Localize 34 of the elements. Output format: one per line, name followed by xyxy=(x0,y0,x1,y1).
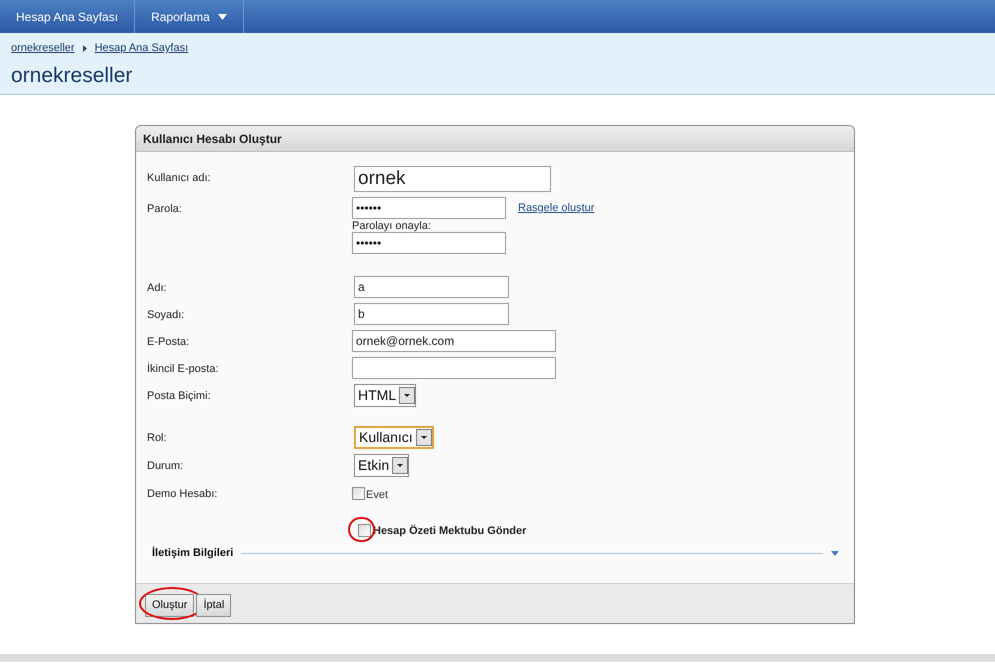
field-label: Parola: xyxy=(147,202,183,217)
field-label: Demo Hesabı: xyxy=(147,487,218,502)
email-field[interactable]: ornek@ornek.com xyxy=(352,330,556,352)
text-field[interactable]: ornek xyxy=(354,166,551,192)
breadcrumb-link[interactable]: ornekreseller xyxy=(11,40,75,56)
page-title: ornekreseller xyxy=(11,62,134,88)
checkbox-label: Evet xyxy=(366,488,388,503)
dropdown[interactable]: HTML xyxy=(354,384,416,407)
checkbox[interactable] xyxy=(352,487,365,500)
field-label: Soyadı: xyxy=(147,308,186,323)
password-field[interactable]: •••••• xyxy=(352,232,506,254)
field-label: Kullanıcı adı: xyxy=(147,171,212,186)
expand-arrow-icon[interactable] xyxy=(831,550,839,556)
breadcrumb-arrow-icon xyxy=(82,44,87,52)
field-label: Durum: xyxy=(147,459,184,474)
email-field[interactable] xyxy=(352,357,556,379)
generate-link[interactable]: Rasgele oluştur xyxy=(518,200,594,216)
field-label: Parolayı onayla: xyxy=(352,220,432,232)
text-field[interactable]: b xyxy=(354,303,509,325)
button[interactable]: Oluştur xyxy=(145,594,194,617)
button[interactable]: İptal xyxy=(196,594,232,617)
field-label: Posta Biçimi: xyxy=(147,389,212,404)
text-field[interactable]: a xyxy=(354,276,509,298)
field-label: İkincil E-posta: xyxy=(147,362,220,377)
dropdown[interactable]: Kullanıcı xyxy=(354,426,434,449)
section-title: İletişim Bilgileri xyxy=(152,546,234,561)
checkbox[interactable] xyxy=(358,524,371,538)
dropdown[interactable]: Etkin xyxy=(354,454,410,477)
breadcrumb-link[interactable]: Hesap Ana Sayfası xyxy=(94,40,188,56)
field-label: E-Posta: xyxy=(147,335,190,350)
field-label: Rol: xyxy=(147,431,168,446)
field-label: Adı: xyxy=(147,281,168,296)
password-field[interactable]: •••••• xyxy=(352,197,506,219)
panel-title: Kullanıcı Hesabı Oluştur xyxy=(136,126,854,152)
